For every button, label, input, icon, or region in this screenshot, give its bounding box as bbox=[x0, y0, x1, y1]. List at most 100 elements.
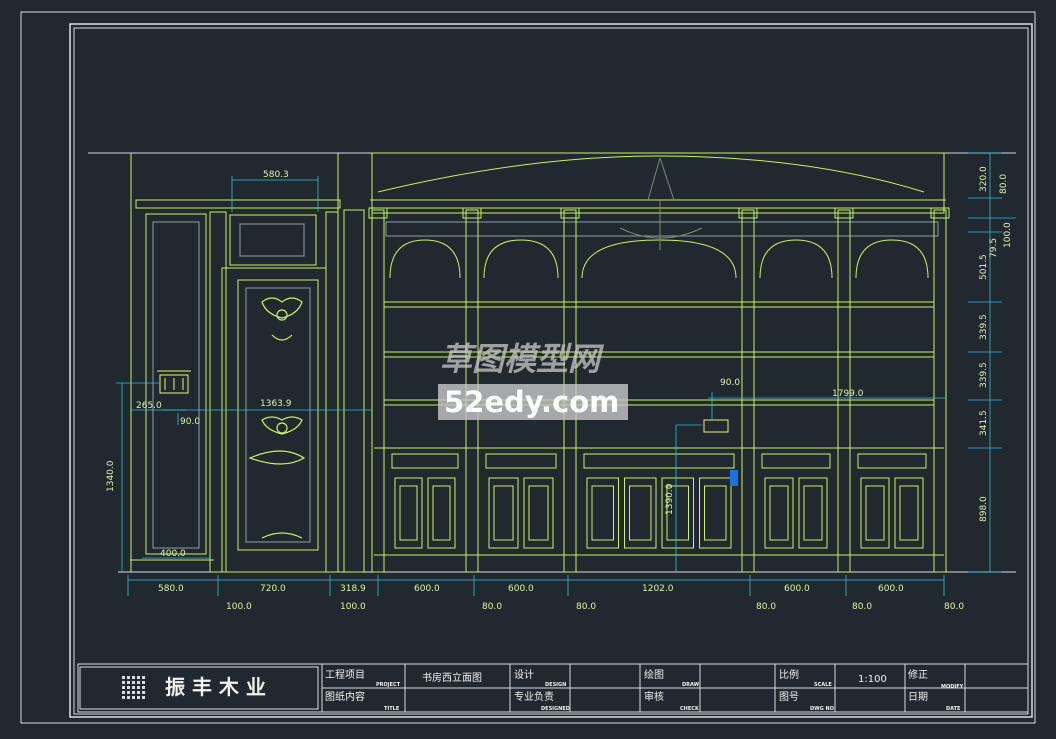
dim-bottom2-6: 80.0 bbox=[852, 602, 872, 612]
logo-dot bbox=[142, 681, 145, 684]
drawer-front bbox=[857, 453, 927, 469]
cabinet-door-panel bbox=[899, 485, 919, 541]
check-en: CHECK bbox=[680, 706, 700, 712]
date-en: DATE bbox=[946, 706, 961, 712]
dim-bottom2-1: 100.0 bbox=[226, 602, 252, 612]
cabinet-door bbox=[394, 477, 423, 549]
cabinet-door bbox=[894, 477, 924, 549]
drawer-front bbox=[761, 453, 831, 469]
dim-right-1: 320.0 bbox=[979, 166, 989, 192]
dim-bottom-2: 720.0 bbox=[260, 584, 286, 594]
dim-bottom-5: 600.0 bbox=[508, 584, 534, 594]
title-label: 图纸内容 bbox=[325, 690, 365, 703]
title-block: 振 丰 木 业 工程项目 PROJECT 图纸内容 TITLE 书房西立面图 设… bbox=[77, 663, 1029, 713]
logo-dot bbox=[142, 696, 145, 699]
scale-value: 1:100 bbox=[858, 674, 887, 685]
dwg-en: DWG NO bbox=[810, 706, 834, 712]
company-name: 振 丰 木 业 bbox=[165, 675, 266, 699]
cabinet-door-panel bbox=[629, 485, 652, 541]
cad-drawing-viewport[interactable]: 580.3 265.0 90.0 1363.9 1340.0 400.0 90.… bbox=[0, 0, 1056, 735]
left-wall-panel bbox=[130, 153, 341, 573]
dim-bottom-3: 318.9 bbox=[340, 584, 366, 594]
door bbox=[221, 153, 365, 573]
cabinet-door-panel bbox=[865, 485, 885, 541]
dim-bottom-8: 600.0 bbox=[878, 584, 904, 594]
date-label: 日期 bbox=[908, 691, 928, 703]
designed-by-en: DESIGNED bbox=[541, 706, 570, 712]
design-label: 设计 bbox=[514, 668, 534, 681]
dim-right-8: 341.5 bbox=[979, 410, 989, 436]
logo-dot bbox=[127, 686, 130, 689]
logo-dot bbox=[137, 686, 140, 689]
cabinet-door-panel bbox=[399, 485, 418, 541]
cabinet-door bbox=[798, 477, 828, 549]
logo-dot bbox=[142, 676, 145, 679]
selection-marker[interactable] bbox=[730, 470, 738, 486]
dim-90-right: 90.0 bbox=[720, 378, 740, 388]
dim-right-9: 898.0 bbox=[979, 496, 989, 522]
dim-bottom2-3: 80.0 bbox=[482, 602, 502, 612]
logo-dot bbox=[132, 691, 135, 694]
dim-right-5: 501.5 bbox=[979, 254, 989, 280]
logo-dot bbox=[127, 691, 130, 694]
drawer-front bbox=[391, 453, 459, 469]
bookcase-column bbox=[741, 209, 755, 573]
logo-dot bbox=[132, 676, 135, 679]
wall-lamp bbox=[157, 370, 191, 394]
dim-1340: 1340.0 bbox=[106, 460, 116, 492]
dim-right-4: 79.5 bbox=[989, 238, 999, 258]
dwg-label: 图号 bbox=[779, 691, 799, 703]
title-en: TITLE bbox=[384, 706, 400, 712]
dim-1799: 1799.0 bbox=[832, 389, 864, 399]
bookcase-arch bbox=[759, 239, 833, 279]
dim-1363: 1363.9 bbox=[260, 399, 292, 409]
cabinet-door-panel bbox=[803, 485, 823, 541]
dim-bottom-7: 600.0 bbox=[784, 584, 810, 594]
logo-dot bbox=[142, 686, 145, 689]
logo-dot bbox=[137, 676, 140, 679]
dim-top: 580.3 bbox=[263, 170, 289, 180]
dim-90-left: 90.0 bbox=[180, 417, 200, 427]
modify-label: 修正 bbox=[908, 668, 928, 681]
dim-1390: 1390.0 bbox=[665, 483, 675, 515]
dim-bottom-4: 600.0 bbox=[414, 584, 440, 594]
logo-dot bbox=[132, 686, 135, 689]
bookcase-column bbox=[371, 209, 385, 573]
bookcase-arch bbox=[483, 239, 559, 279]
bookcase-arch bbox=[581, 239, 737, 279]
bookcase-arch bbox=[389, 239, 461, 279]
logo-dot bbox=[122, 696, 125, 699]
watermark-line2: 52edy.com bbox=[444, 385, 619, 419]
logo-dot bbox=[122, 676, 125, 679]
dim-bottom-1: 580.0 bbox=[158, 584, 184, 594]
project-en: PROJECT bbox=[376, 682, 401, 688]
cabinet-door-panel bbox=[591, 485, 614, 541]
dim-bottom2-4: 80.0 bbox=[576, 602, 596, 612]
cabinet-door bbox=[523, 477, 554, 549]
cabinet-door bbox=[488, 477, 519, 549]
cabinet-door-panel bbox=[769, 485, 789, 541]
logo-dot bbox=[137, 696, 140, 699]
modify-en: MODIFY bbox=[941, 684, 964, 690]
dim-400: 400.0 bbox=[160, 549, 186, 559]
bookcase-column bbox=[933, 209, 947, 573]
dim-bottom2-2: 100.0 bbox=[340, 602, 366, 612]
draw-label: 绘图 bbox=[644, 668, 664, 681]
cabinet-door-panel bbox=[432, 485, 451, 541]
elevation-drawing: 580.3 265.0 90.0 1363.9 1340.0 400.0 90.… bbox=[20, 11, 1036, 724]
logo-dot bbox=[122, 691, 125, 694]
logo-icon bbox=[122, 676, 145, 699]
dim-265: 265.0 bbox=[136, 401, 162, 411]
cabinet-door bbox=[860, 477, 890, 549]
dim-right-2: 80.0 bbox=[999, 174, 1009, 194]
cabinet-door-panel bbox=[493, 485, 514, 541]
scale-en: SCALE bbox=[814, 682, 832, 688]
bookcase-arch bbox=[855, 239, 929, 279]
logo-dot bbox=[122, 686, 125, 689]
draw-en: DRAW bbox=[682, 682, 700, 688]
dim-right-7: 339.5 bbox=[979, 362, 989, 388]
logo-dot bbox=[127, 676, 130, 679]
logo-dot bbox=[122, 681, 125, 684]
dim-bottom2-7: 80.0 bbox=[944, 602, 964, 612]
design-en: DESIGN bbox=[545, 682, 566, 688]
